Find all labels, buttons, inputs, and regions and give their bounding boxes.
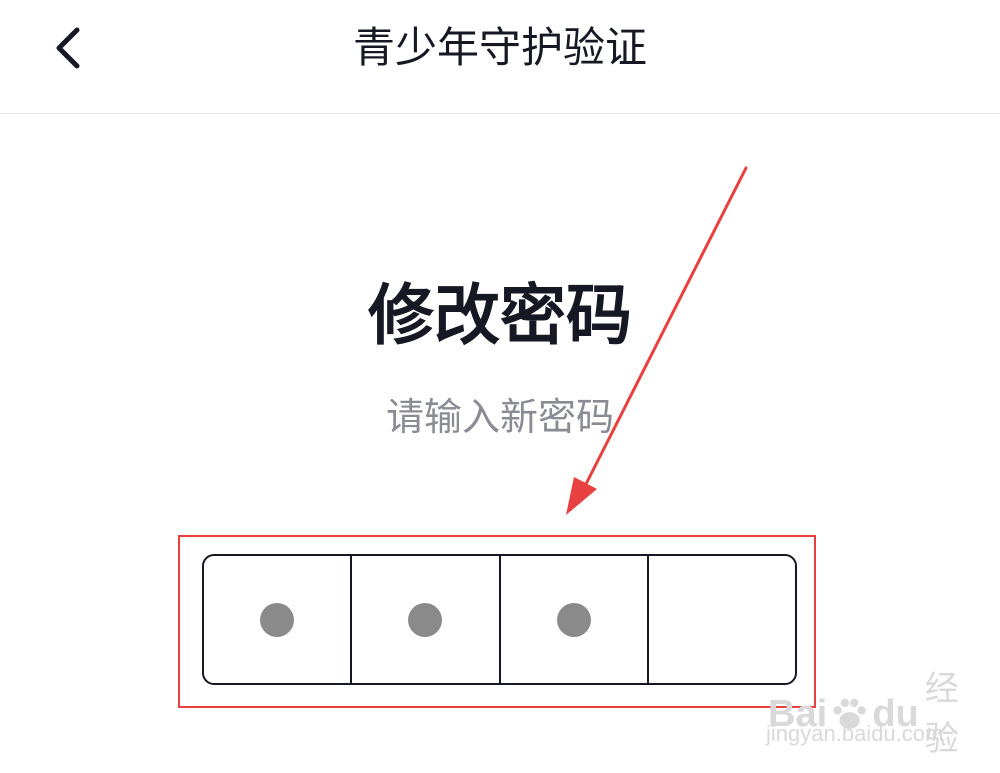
watermark-brand: Bai du 经验 xyxy=(768,664,988,764)
page-subtitle: 请输入新密码 xyxy=(385,395,614,439)
pin-dot xyxy=(408,602,443,637)
watermark-url: jingyan.baidu.com xyxy=(766,721,944,746)
pin-cell-1[interactable] xyxy=(204,556,353,683)
pin-input[interactable] xyxy=(202,554,797,685)
watermark-product: 经验 xyxy=(924,670,959,758)
header-bar: 青少年守护验证 xyxy=(0,0,1000,114)
pin-cell-3[interactable] xyxy=(501,556,649,683)
paw-icon xyxy=(833,698,867,729)
watermark: Bai du 经验 jingyan.baidu.com xyxy=(766,664,988,764)
watermark-brand-suffix: du xyxy=(872,693,919,735)
pin-dot xyxy=(556,602,591,637)
watermark-brand-prefix: Bai xyxy=(768,693,828,735)
page-title: 修改密码 xyxy=(368,277,632,354)
pin-cell-2[interactable] xyxy=(352,556,501,683)
pin-cell-4[interactable] xyxy=(649,556,795,683)
header-title: 青少年守护验证 xyxy=(352,23,647,72)
pin-dot xyxy=(260,602,295,637)
